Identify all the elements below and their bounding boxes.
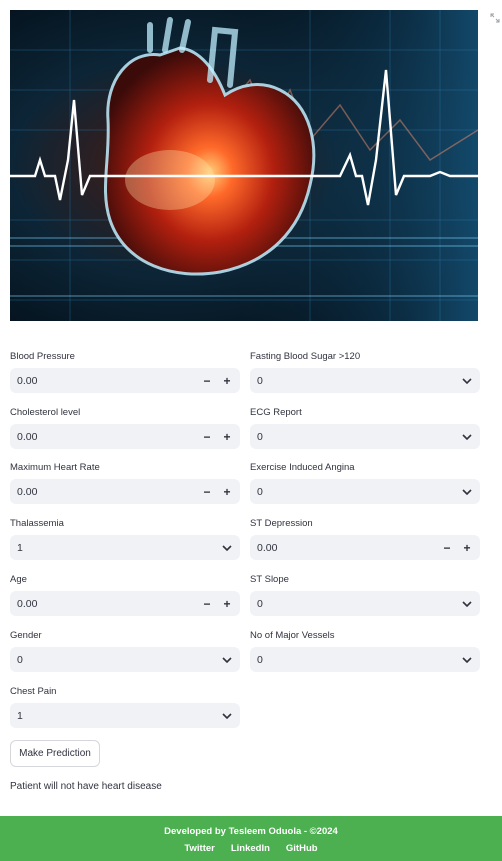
st-slope-select[interactable]: 0 xyxy=(250,591,480,616)
blood-pressure-label: Blood Pressure xyxy=(10,351,75,362)
age-input[interactable]: 0.00 − + xyxy=(10,591,240,616)
st-slope-label: ST Slope xyxy=(250,574,289,585)
cholesterol-level-input[interactable]: 0.00 − + xyxy=(10,424,240,449)
footer: Developed by Tesleem Oduola - ©2024 Twit… xyxy=(0,816,502,861)
age-value[interactable]: 0.00 xyxy=(10,598,197,610)
minus-icon[interactable]: − xyxy=(197,591,217,616)
exercise-induced-angina-select[interactable]: 0 xyxy=(250,479,480,504)
blood-pressure-input[interactable]: 0.00 − + xyxy=(10,368,240,393)
maximum-heart-rate-input[interactable]: 0.00 − + xyxy=(10,479,240,504)
ecg-report-value[interactable]: 0 xyxy=(250,431,457,443)
ecg-report-select[interactable]: 0 xyxy=(250,424,480,449)
minus-icon[interactable]: − xyxy=(197,479,217,504)
plus-icon[interactable]: + xyxy=(217,591,237,616)
no-of-major-vessels-select[interactable]: 0 xyxy=(250,647,480,672)
gender-select[interactable]: 0 xyxy=(10,647,240,672)
exercise-induced-angina-value[interactable]: 0 xyxy=(250,486,457,498)
linkedin-link[interactable]: LinkedIn xyxy=(231,843,270,854)
age-label: Age xyxy=(10,574,27,585)
st-slope-value[interactable]: 0 xyxy=(250,598,457,610)
chevron-down-icon[interactable] xyxy=(457,479,477,504)
thalassemia-label: Thalassemia xyxy=(10,518,64,529)
blood-pressure-value[interactable]: 0.00 xyxy=(10,375,197,387)
chest-pain-select[interactable]: 1 xyxy=(10,703,240,728)
plus-icon[interactable]: + xyxy=(217,368,237,393)
prediction-result: Patient will not have heart disease xyxy=(10,781,162,792)
twitter-link[interactable]: Twitter xyxy=(184,843,214,854)
footer-credit: Developed by Tesleem Oduola - ©2024 xyxy=(164,826,338,837)
thalassemia-value[interactable]: 1 xyxy=(10,542,217,554)
gender-value[interactable]: 0 xyxy=(10,654,217,666)
fasting-blood-sugar-select[interactable]: 0 xyxy=(250,368,480,393)
thalassemia-select[interactable]: 1 xyxy=(10,535,240,560)
chevron-down-icon[interactable] xyxy=(457,591,477,616)
minus-icon[interactable]: − xyxy=(197,424,217,449)
chevron-down-icon[interactable] xyxy=(217,535,237,560)
expand-icon[interactable] xyxy=(490,13,500,23)
hero-image xyxy=(10,10,478,321)
exercise-induced-angina-label: Exercise Induced Angina xyxy=(250,462,355,473)
chevron-down-icon[interactable] xyxy=(457,368,477,393)
heart-ecg-illustration xyxy=(10,10,478,321)
chevron-down-icon[interactable] xyxy=(457,424,477,449)
chest-pain-value[interactable]: 1 xyxy=(10,710,217,722)
cholesterol-level-value[interactable]: 0.00 xyxy=(10,431,197,443)
maximum-heart-rate-label: Maximum Heart Rate xyxy=(10,462,100,473)
chevron-down-icon[interactable] xyxy=(217,647,237,672)
plus-icon[interactable]: + xyxy=(217,424,237,449)
plus-icon[interactable]: + xyxy=(457,535,477,560)
no-of-major-vessels-label: No of Major Vessels xyxy=(250,630,335,641)
make-prediction-button[interactable]: Make Prediction xyxy=(10,740,100,767)
plus-icon[interactable]: + xyxy=(217,479,237,504)
cholesterol-level-label: Cholesterol level xyxy=(10,407,81,418)
chevron-down-icon[interactable] xyxy=(457,647,477,672)
fasting-blood-sugar-label: Fasting Blood Sugar >120 xyxy=(250,351,361,362)
st-depression-label: ST Depression xyxy=(250,518,313,529)
ecg-report-label: ECG Report xyxy=(250,407,302,418)
footer-links: Twitter LinkedIn GitHub xyxy=(0,843,502,854)
gender-label: Gender xyxy=(10,630,42,641)
github-link[interactable]: GitHub xyxy=(286,843,318,854)
minus-icon[interactable]: − xyxy=(437,535,457,560)
fasting-blood-sugar-value[interactable]: 0 xyxy=(250,375,457,387)
st-depression-value[interactable]: 0.00 xyxy=(250,542,437,554)
chevron-down-icon[interactable] xyxy=(217,703,237,728)
chest-pain-label: Chest Pain xyxy=(10,686,57,697)
no-of-major-vessels-value[interactable]: 0 xyxy=(250,654,457,666)
maximum-heart-rate-value[interactable]: 0.00 xyxy=(10,486,197,498)
minus-icon[interactable]: − xyxy=(197,368,217,393)
st-depression-input[interactable]: 0.00 − + xyxy=(250,535,480,560)
